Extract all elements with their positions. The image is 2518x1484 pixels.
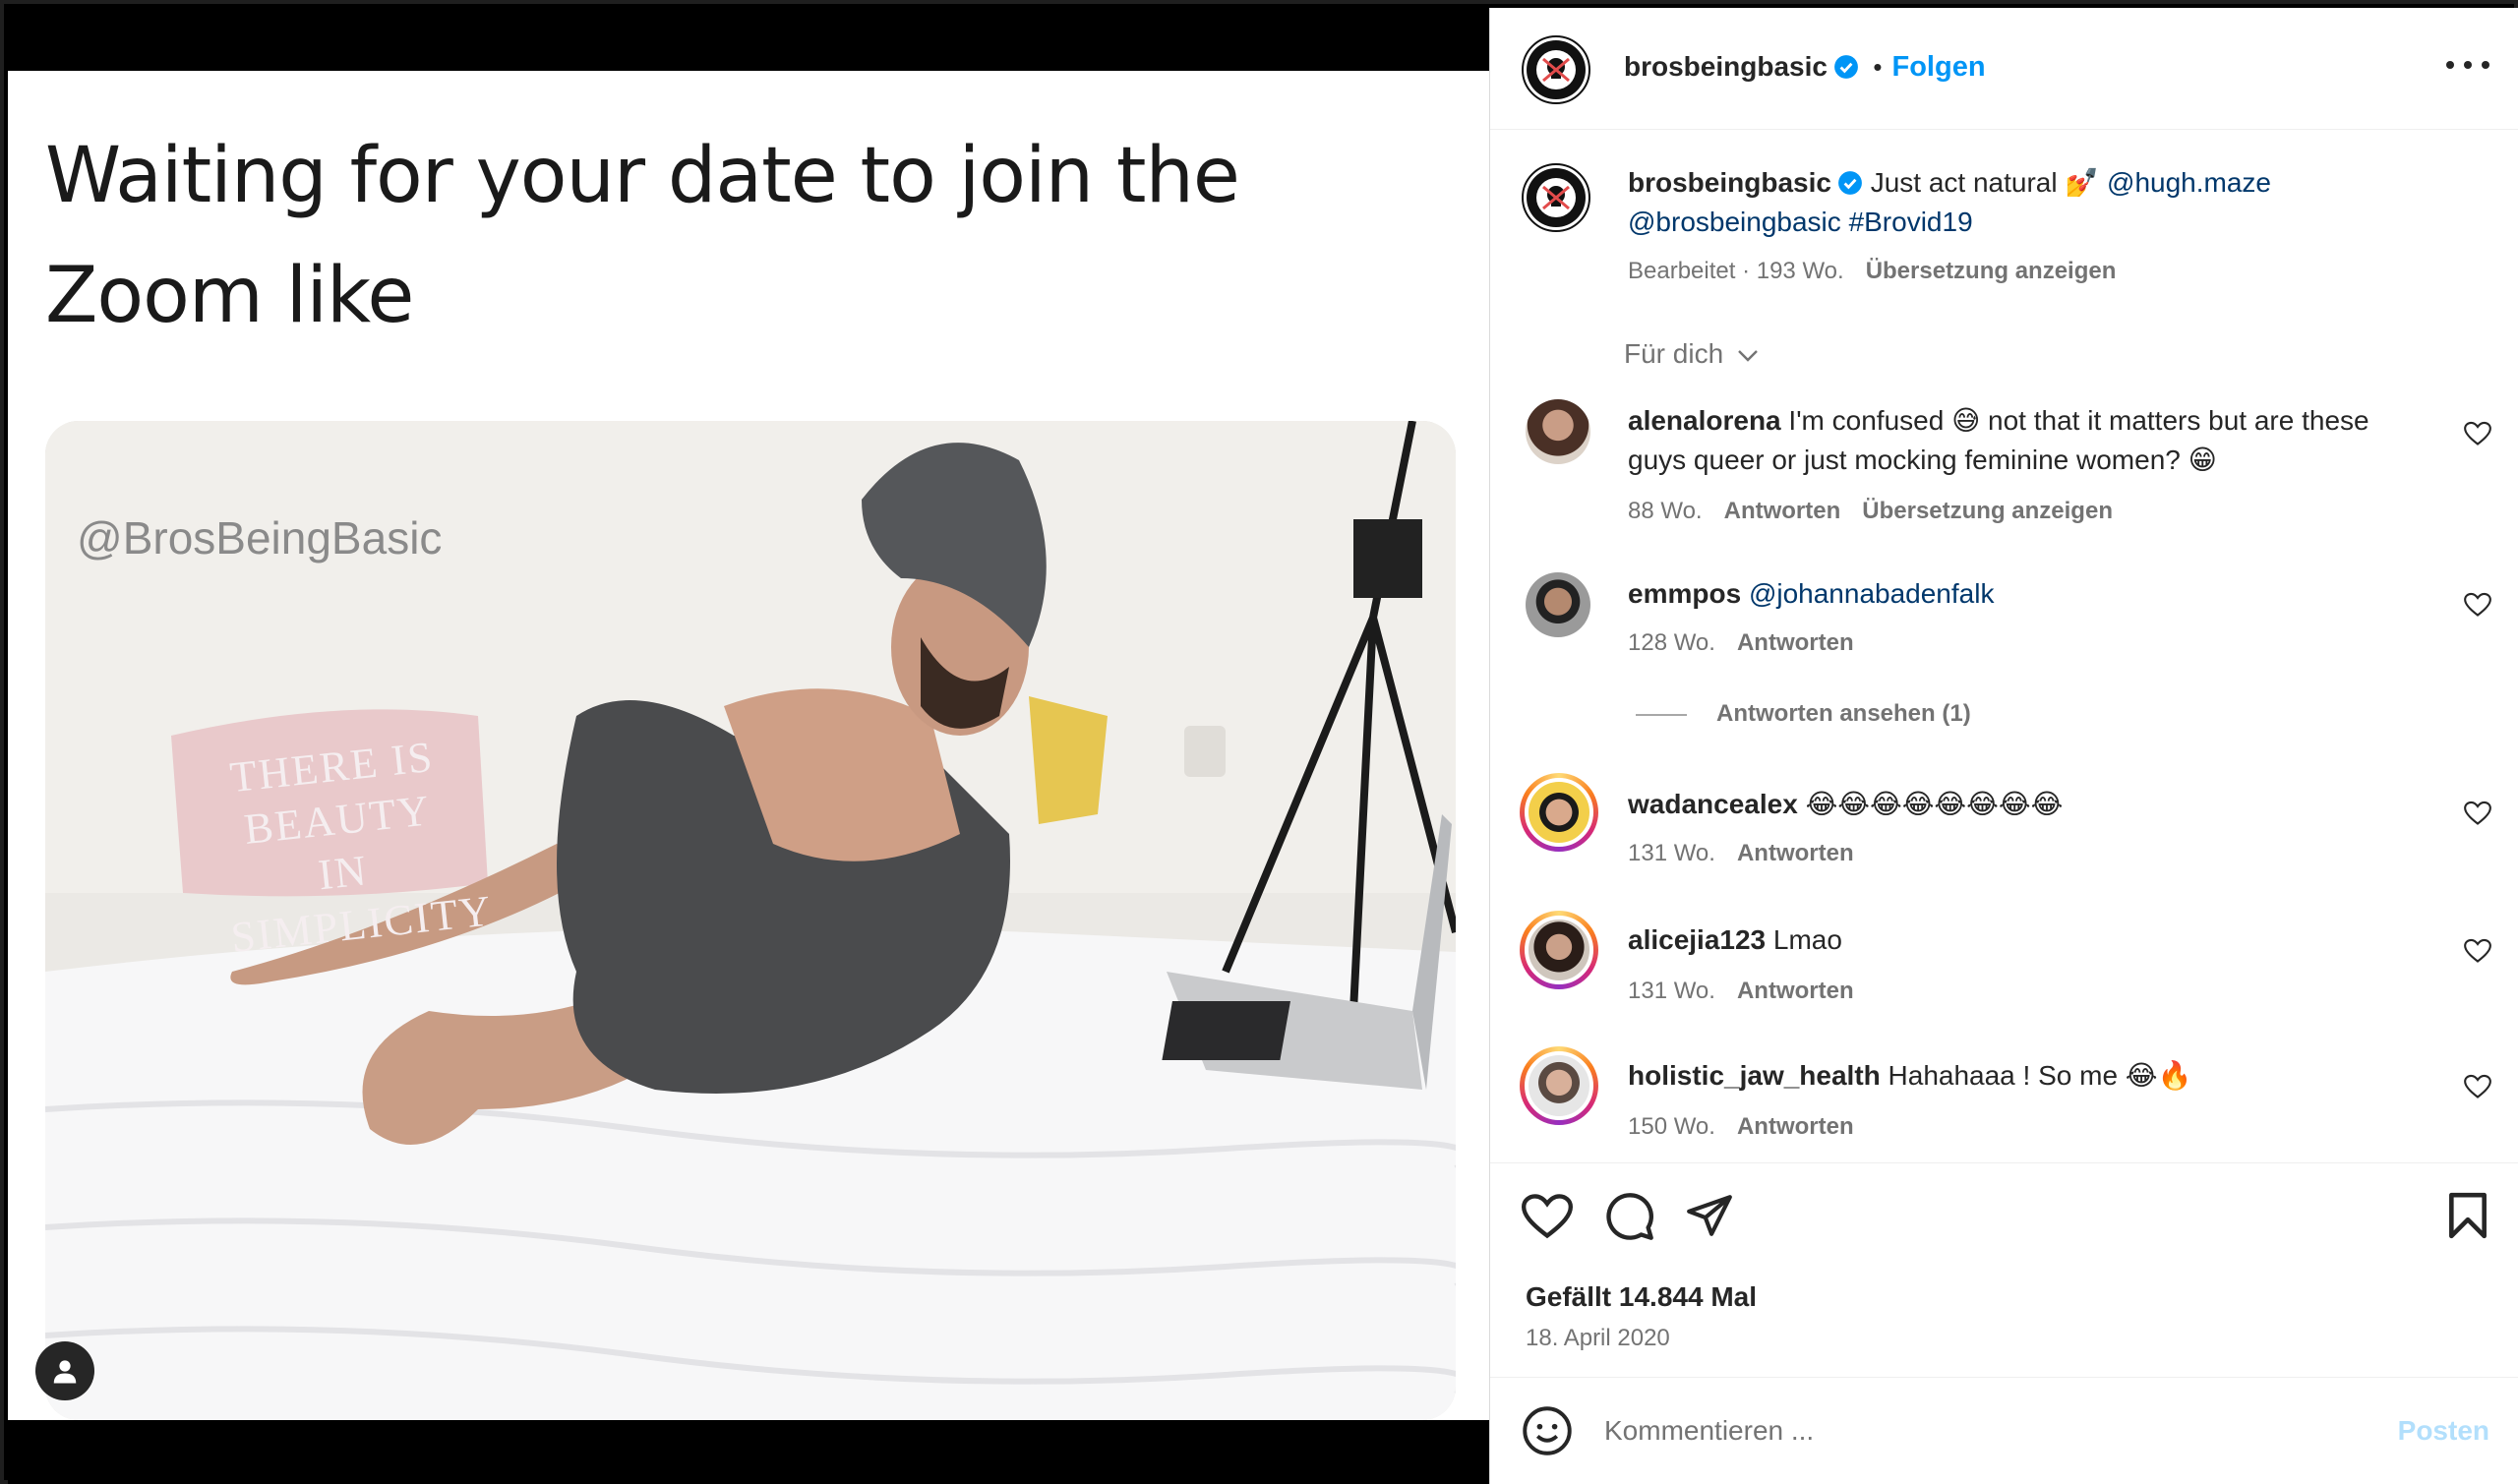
caption-author-avatar[interactable] bbox=[1522, 163, 1590, 232]
commenter-avatar[interactable] bbox=[1526, 399, 1590, 464]
comment-body: Lmao bbox=[1772, 924, 1842, 955]
show-translation-link[interactable]: Übersetzung anzeigen bbox=[1862, 498, 2113, 524]
comment-body: 😂😂😂😂😂😂😂😂 bbox=[1805, 789, 2064, 819]
like-comment-heart-icon[interactable] bbox=[2464, 421, 2491, 446]
comment-time: 150 Wo. bbox=[1628, 1113, 1715, 1140]
comment-username[interactable]: alenalorena bbox=[1628, 405, 1781, 436]
mention-link[interactable]: @hugh.maze bbox=[2107, 167, 2271, 198]
post-header: brosbeingbasic • Folgen bbox=[1490, 8, 2518, 130]
photo-watermark: @BrosBeingBasic bbox=[77, 512, 443, 564]
author-username[interactable]: brosbeingbasic bbox=[1624, 51, 1828, 82]
meme-photo: @BrosBeingBasic THERE IS BEAUTY IN SIMPL… bbox=[45, 421, 1456, 1420]
comment-meta: 131 Wo. Antworten bbox=[1628, 840, 1854, 867]
chevron-down-icon bbox=[1738, 350, 1758, 362]
reply-button[interactable]: Antworten bbox=[1737, 629, 1854, 656]
comment-meta: 131 Wo. Antworten bbox=[1628, 978, 1854, 1005]
caption-body: Just act natural 💅 bbox=[1870, 167, 2100, 198]
reply-button[interactable]: Antworten bbox=[1737, 840, 1854, 866]
post-media: Waiting for your date to join the Zoom l… bbox=[8, 8, 1489, 1484]
post-actions: Gefällt 14.844 Mal 18. April 2020 bbox=[1490, 1162, 2518, 1387]
caption-username[interactable]: brosbeingbasic bbox=[1628, 167, 1831, 198]
user-icon bbox=[53, 1360, 77, 1384]
follow-button[interactable]: Folgen bbox=[1892, 51, 1986, 83]
view-replies-label: Antworten ansehen (1) bbox=[1716, 700, 1971, 727]
comment-bubble-icon[interactable] bbox=[1604, 1191, 1655, 1242]
meme-card: Waiting for your date to join the Zoom l… bbox=[8, 71, 1489, 1420]
caption-edited-time: Bearbeitet · 193 Wo. bbox=[1628, 258, 1844, 284]
comment-username[interactable]: wadancealex bbox=[1628, 789, 1798, 819]
mention-link[interactable]: @johannabadenfalk bbox=[1749, 578, 1995, 609]
like-comment-heart-icon[interactable] bbox=[2464, 1074, 2491, 1099]
replies-divider-line bbox=[1636, 713, 1687, 716]
comment-username[interactable]: holistic_jaw_health bbox=[1628, 1060, 1881, 1091]
meme-caption: Waiting for your date to join the Zoom l… bbox=[45, 132, 1240, 340]
like-heart-icon[interactable] bbox=[1522, 1193, 1573, 1240]
dot-icon bbox=[2464, 61, 2472, 69]
save-bookmark-icon[interactable] bbox=[2446, 1191, 2489, 1240]
comment-body: Hahahaaa ! So me 😂🔥 bbox=[1888, 1060, 2192, 1091]
comment-time: 131 Wo. bbox=[1628, 978, 1715, 1004]
verified-badge-icon bbox=[1838, 171, 1862, 195]
comment-text: wadancealex 😂😂😂😂😂😂😂😂 bbox=[1628, 785, 2434, 824]
commenter-avatar[interactable] bbox=[1520, 911, 1598, 989]
comment-sort-dropdown[interactable]: Für dich bbox=[1624, 338, 1759, 370]
like-comment-heart-icon[interactable] bbox=[2464, 801, 2491, 826]
commenter-avatar[interactable] bbox=[1526, 572, 1590, 637]
comment-username[interactable]: emmpos bbox=[1628, 578, 1741, 609]
commenter-avatar[interactable] bbox=[1520, 773, 1598, 852]
reply-button[interactable]: Antworten bbox=[1737, 978, 1854, 1004]
dot-icon bbox=[2482, 61, 2489, 69]
reply-button[interactable]: Antworten bbox=[1737, 1113, 1854, 1140]
comment-time: 88 Wo. bbox=[1628, 498, 1703, 524]
comment-text: holistic_jaw_health Hahahaaa ! So me 😂🔥 bbox=[1628, 1056, 2434, 1096]
like-comment-heart-icon[interactable] bbox=[2464, 938, 2491, 964]
dot-icon bbox=[2446, 61, 2454, 69]
comment-input[interactable] bbox=[1604, 1407, 2371, 1454]
likes-count[interactable]: Gefällt 14.844 Mal bbox=[1526, 1281, 1757, 1313]
skull-logo-icon bbox=[1527, 40, 1586, 99]
reply-button[interactable]: Antworten bbox=[1724, 498, 1841, 524]
tagged-users-button[interactable] bbox=[35, 1341, 94, 1400]
verified-badge-icon bbox=[1834, 55, 1858, 79]
hashtag-link[interactable]: #Brovid19 bbox=[1849, 207, 1973, 237]
post-date: 18. April 2020 bbox=[1526, 1325, 1670, 1351]
sort-label: Für dich bbox=[1624, 338, 1724, 369]
comment-meta: 88 Wo. Antworten Übersetzung anzeigen bbox=[1628, 498, 2113, 525]
comment-text: emmpos @johannabadenfalk bbox=[1628, 574, 2434, 614]
comment-meta: 150 Wo. Antworten bbox=[1628, 1113, 1854, 1141]
post-comment-button[interactable]: Posten bbox=[2398, 1415, 2489, 1447]
caption-text: brosbeingbasic Just act natural 💅 @hugh.… bbox=[1628, 163, 2415, 242]
comment-text: alenalorena I'm confused 😅 not that it m… bbox=[1628, 401, 2434, 480]
like-comment-heart-icon[interactable] bbox=[2464, 592, 2491, 618]
show-translation-link[interactable]: Übersetzung anzeigen bbox=[1866, 258, 2117, 284]
skull-logo-icon bbox=[1527, 168, 1586, 227]
comment-time: 128 Wo. bbox=[1628, 629, 1715, 656]
app-window: Waiting for your date to join the Zoom l… bbox=[0, 0, 2518, 1484]
comment-meta: 128 Wo. Antworten bbox=[1628, 629, 1854, 657]
header-separator: • bbox=[1873, 52, 1883, 82]
comment-text: alicejia123 Lmao bbox=[1628, 920, 2434, 960]
author-avatar[interactable] bbox=[1522, 35, 1590, 104]
commenter-avatar[interactable] bbox=[1520, 1046, 1598, 1125]
add-comment-bar: Posten bbox=[1490, 1377, 2518, 1484]
comment-time: 131 Wo. bbox=[1628, 840, 1715, 866]
more-options-button[interactable] bbox=[2446, 55, 2489, 75]
caption-meta: Bearbeitet · 193 Wo. Übersetzung anzeigen bbox=[1628, 258, 2116, 285]
comment-username[interactable]: alicejia123 bbox=[1628, 924, 1766, 955]
emoji-smiley-icon[interactable] bbox=[1522, 1405, 1573, 1456]
post-side-panel: brosbeingbasic • Folgen brosbeingbasic Ju… bbox=[1489, 8, 2518, 1484]
pillow-text: THERE IS BEAUTY IN SIMPLICITY bbox=[227, 732, 496, 962]
header-author-line: brosbeingbasic • Folgen bbox=[1624, 51, 1986, 84]
mention-link[interactable]: @brosbeingbasic bbox=[1628, 207, 1841, 237]
view-replies-button[interactable]: Antworten ansehen (1) bbox=[1636, 700, 1971, 728]
share-send-icon[interactable] bbox=[1685, 1191, 1734, 1240]
